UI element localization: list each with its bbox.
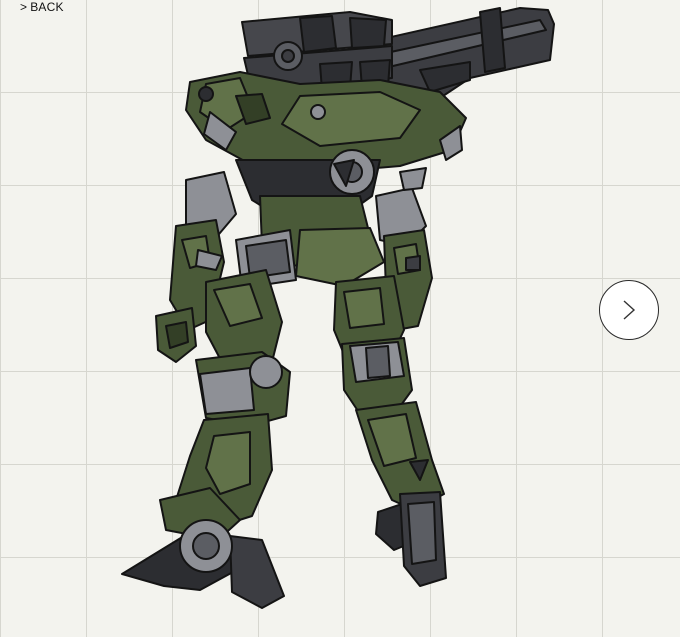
mecha-back-view-illustration — [121, 7, 555, 609]
chevron-right-icon — [623, 300, 636, 320]
next-button[interactable] — [599, 280, 659, 340]
right-leg — [333, 275, 447, 587]
mecha-illustration — [0, 0, 680, 637]
left-leg — [121, 269, 291, 609]
waist — [235, 149, 385, 289]
